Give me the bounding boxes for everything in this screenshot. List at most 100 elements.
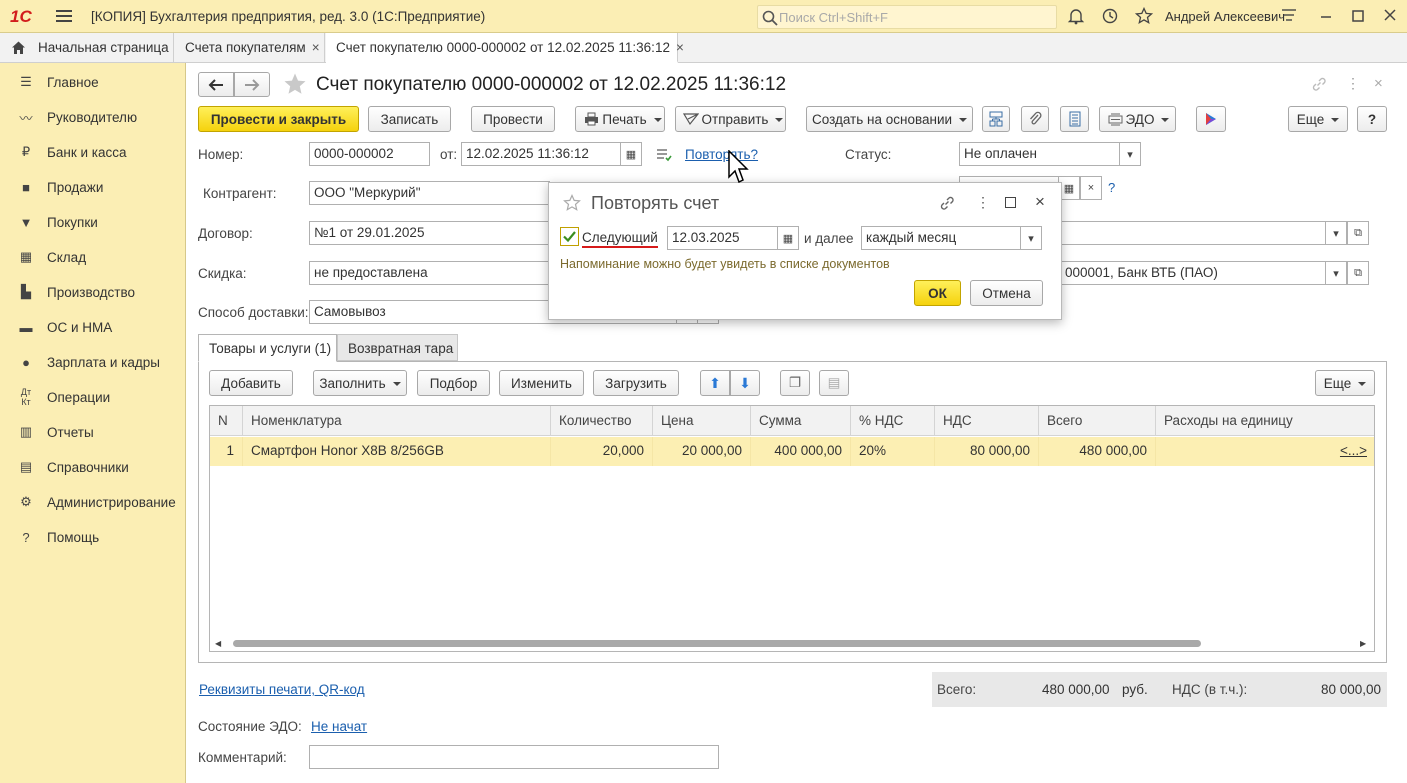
close-tab-icon[interactable]: × [676,40,684,55]
dialog-more-icon[interactable]: ⋮ [976,194,990,211]
sidebar-item-director[interactable]: 〰 Руководителю [0,100,186,134]
maximize-icon[interactable] [1351,7,1365,28]
sidebar-item-help[interactable]: ? Помощь [0,520,186,554]
status-select[interactable]: Не оплачен [959,142,1120,166]
ok-button[interactable]: ОК [914,280,961,306]
sidebar-item-fixed-assets[interactable]: ▬ ОС и НМА [0,310,186,344]
sidebar-item-purchases[interactable]: ▼ Покупки [0,205,186,239]
close-window-icon[interactable] [1383,7,1397,28]
column-header[interactable]: Расходы на единицу [1156,406,1374,436]
contract-extra-field[interactable] [1060,221,1326,245]
next-label[interactable]: Следующий [582,230,658,248]
copy-button[interactable]: ❐ [780,370,810,396]
help-question-icon[interactable]: ? [1108,180,1115,195]
history-icon[interactable] [1101,7,1119,30]
back-button[interactable] [198,72,234,97]
paste-button[interactable]: ▤ [819,370,849,396]
journal-button[interactable] [1060,106,1089,132]
more-vertical-icon[interactable]: ⋮ [1346,75,1360,92]
create-based-on-button[interactable]: Создать на основании [806,106,973,132]
tab-returnable-packaging[interactable]: Возвратная тара [337,334,458,361]
goods-table[interactable]: N Номенклатура Количество Цена Сумма % Н… [209,405,1375,652]
sidebar-item-directories[interactable]: ▤ Справочники [0,450,186,484]
send-button[interactable]: Отправить [675,106,786,132]
comment-field[interactable] [309,745,719,769]
calendar-button[interactable]: ▦ [620,142,642,166]
close-tab-icon[interactable]: × [312,40,320,55]
period-select[interactable]: каждый месяц [861,226,1021,250]
help-button[interactable]: ? [1357,106,1387,132]
sidebar-item-warehouse[interactable]: ▦ Склад [0,240,186,274]
number-field[interactable]: 0000-000002 [309,142,430,166]
tab-invoice-document[interactable]: Счет покупателю 0000-000002 от 12.02.202… [326,33,684,63]
table-cell[interactable]: 1 [210,437,243,466]
sidebar-item-main[interactable]: ☰ Главное [0,65,186,99]
dialog-maximize-icon[interactable] [1005,197,1016,208]
column-header[interactable]: Всего [1039,406,1156,436]
main-menu-icon[interactable] [56,7,72,23]
fill-button[interactable]: Заполнить [313,370,407,396]
horizontal-scrollbar[interactable]: ◀ ▶ [210,637,1374,651]
cancel-button[interactable]: Отмена [970,280,1043,306]
table-cell[interactable]: 20,000 [551,437,653,466]
minimize-icon[interactable] [1319,7,1333,28]
bank-account-dropdown[interactable]: ▾ [1325,261,1347,285]
bank-account-open[interactable]: ⧉ [1347,261,1369,285]
table-cell[interactable]: 400 000,00 [751,437,851,466]
tab-goods-services[interactable]: Товары и услуги (1) [198,334,337,362]
date-field[interactable]: 12.02.2025 11:36:12 [461,142,621,166]
contract-extra-open[interactable]: ⧉ [1347,221,1369,245]
sidebar-item-sales[interactable]: ■ Продажи [0,170,186,204]
table-cell[interactable]: Смартфон Honor X8B 8/256GB [243,437,551,466]
edo-state-link[interactable]: Не начат [311,719,367,734]
print-details-link[interactable]: Реквизиты печати, QR-код [199,682,365,697]
edo-button[interactable]: ЭДО [1099,106,1176,132]
forward-button[interactable] [234,72,270,97]
attach-button[interactable] [1021,106,1049,132]
search-input[interactable]: Поиск Ctrl+Shift+F [757,5,1057,29]
next-checkbox[interactable] [560,227,579,246]
sidebar-item-salary[interactable]: ● Зарплата и кадры [0,345,186,379]
sidebar-item-admin[interactable]: ⚙ Администрирование [0,485,186,519]
sidebar-item-reports[interactable]: ▥ Отчеты [0,415,186,449]
sidebar-item-production[interactable]: ▙ Производство [0,275,186,309]
dialog-close-icon[interactable]: × [1035,192,1045,212]
column-header[interactable]: N [210,406,243,436]
table-cell-link[interactable]: <...> [1156,437,1374,466]
bell-icon[interactable] [1067,7,1085,30]
column-header[interactable]: Цена [653,406,751,436]
table-cell[interactable]: 480 000,00 [1039,437,1156,466]
scrollbar-thumb[interactable] [233,640,1201,647]
change-button[interactable]: Изменить [499,370,584,396]
next-date-field[interactable]: 12.03.2025 [667,226,779,250]
dialog-star-icon[interactable] [563,194,581,215]
column-header[interactable]: Количество [551,406,653,436]
status-dropdown-button[interactable]: ▾ [1119,142,1141,166]
move-up-button[interactable]: ⬆ [700,370,730,396]
tab-invoices-list[interactable]: Счета покупателям × [175,33,325,63]
close-form-icon[interactable]: × [1374,75,1383,92]
column-header[interactable]: % НДС [851,406,935,436]
share-button[interactable] [1196,106,1226,132]
favorites-star-icon[interactable] [1134,6,1154,30]
post-and-close-button[interactable]: Провести и закрыть [198,106,359,132]
period-dropdown[interactable]: ▾ [1020,226,1042,250]
add-row-button[interactable]: Добавить [209,370,293,396]
dialog-link-icon[interactable] [939,195,955,214]
table-cell[interactable]: 80 000,00 [935,437,1039,466]
next-date-calendar[interactable]: ▦ [777,226,799,250]
save-button[interactable]: Записать [368,106,451,132]
load-button[interactable]: Загрузить [593,370,679,396]
table-cell[interactable]: 20% [851,437,935,466]
user-name[interactable]: Андрей Алексеевич [1165,9,1285,24]
structure-button[interactable] [982,106,1010,132]
settings-lines-icon[interactable] [1281,7,1297,28]
link-icon[interactable] [1311,76,1327,96]
tab-home[interactable]: Начальная страница [0,33,174,63]
bank-account-field[interactable]: 000001, Банк ВТБ (ПАО) [1060,261,1326,285]
table-cell[interactable]: 20 000,00 [653,437,751,466]
grid-more-button[interactable]: Еще [1315,370,1375,396]
sidebar-item-operations[interactable]: Дт Кт Операции [0,380,186,414]
column-header[interactable]: Сумма [751,406,851,436]
move-down-button[interactable]: ⬇ [730,370,760,396]
